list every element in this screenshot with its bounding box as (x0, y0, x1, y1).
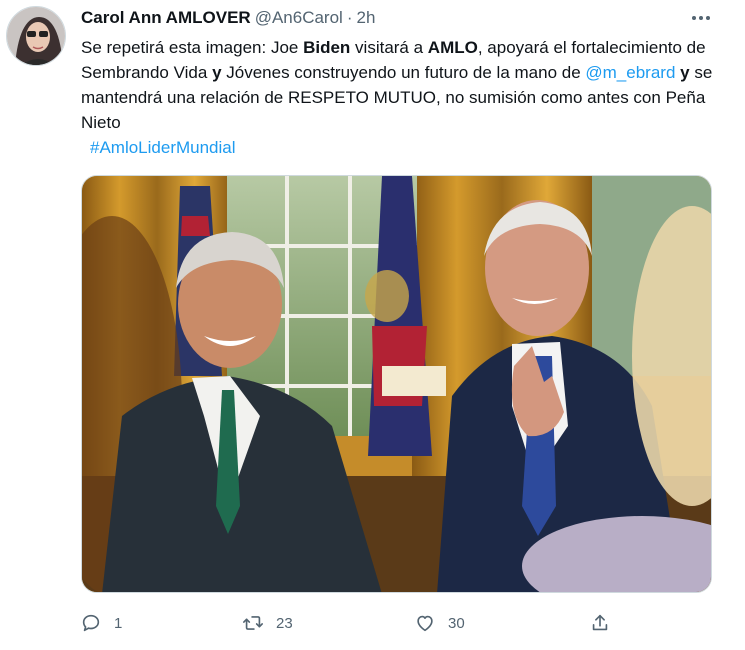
retweet-icon (243, 616, 263, 630)
author-handle[interactable]: @An6Carol (255, 8, 343, 28)
author-name[interactable]: Carol Ann AMLOVER (81, 8, 251, 28)
like-count: 30 (448, 614, 465, 632)
separator-dot: · (346, 8, 353, 27)
tweet-text: Se repetirá esta imagen: Joe Biden visit… (81, 35, 726, 135)
text-bold-y: y (212, 63, 222, 82)
reply-icon (82, 614, 100, 632)
tweet-photo[interactable] (81, 175, 712, 593)
retweet-button[interactable]: 23 (242, 608, 293, 638)
text-part: Se repetirá esta imagen: Joe (81, 38, 304, 57)
tweet: Carol Ann AMLOVER @An6Carol · 2h Se repe… (0, 0, 745, 650)
share-icon (592, 614, 608, 631)
text-bold-y: y (680, 63, 690, 82)
like-icon (417, 615, 433, 632)
tweet-header: Carol Ann AMLOVER @An6Carol · 2h (81, 8, 375, 28)
hashtag-link[interactable]: #AmloLiderMundial (90, 138, 236, 157)
share-button[interactable] (589, 608, 611, 638)
avatar[interactable] (6, 6, 66, 66)
action-bar: 1 23 30 (80, 608, 620, 638)
text-part: Jóvenes construyendo un futuro de la man… (221, 63, 586, 82)
retweet-count: 23 (276, 614, 293, 632)
reply-button[interactable]: 1 (80, 608, 122, 638)
more-icon[interactable] (688, 8, 714, 28)
text-bold-amlo: AMLO (427, 38, 478, 57)
reply-count: 1 (114, 614, 123, 632)
text-part: visitará a (350, 38, 428, 57)
text-bold-biden: Biden (303, 38, 351, 57)
timestamp[interactable]: 2h (357, 8, 376, 28)
mention-link[interactable]: @m_ebrard (585, 63, 675, 82)
like-button[interactable]: 30 (414, 608, 465, 638)
hashtag-line: #AmloLiderMundial (90, 135, 236, 160)
